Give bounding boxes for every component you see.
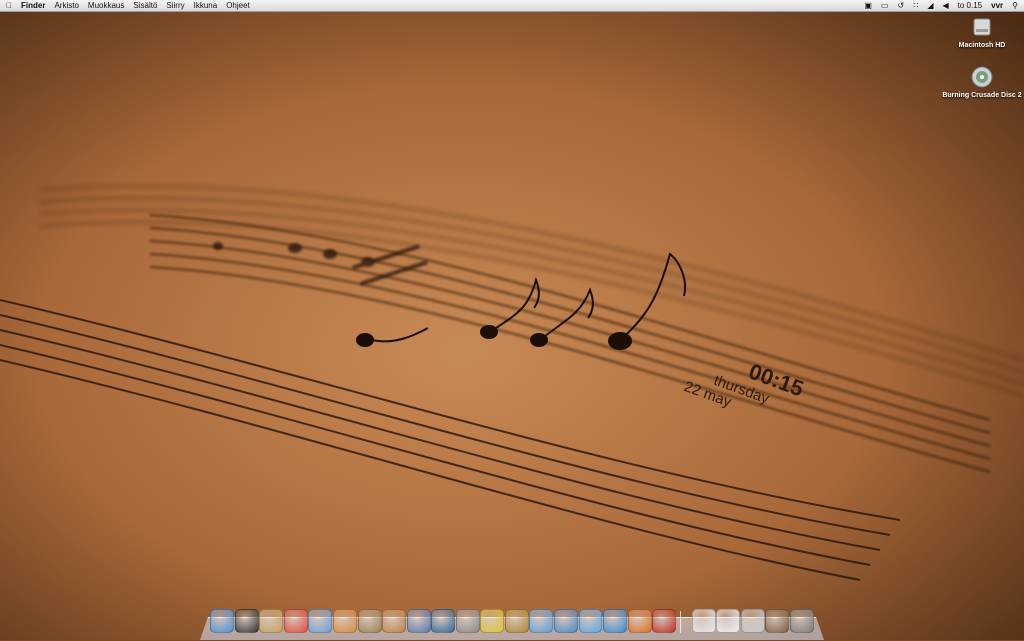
menubar-user[interactable]: vvr — [991, 0, 1003, 11]
display-icon[interactable]: ▭ — [881, 0, 889, 11]
disc-icon — [971, 66, 993, 88]
garageband-icon[interactable] — [382, 609, 407, 633]
ical-icon[interactable] — [283, 609, 308, 633]
apple-icon[interactable]:  — [6, 0, 12, 11]
dock-separator — [680, 611, 687, 633]
spaces-icon[interactable] — [406, 609, 431, 633]
desktop-wallpaper — [0, 0, 1024, 640]
unknown-star-icon[interactable] — [357, 609, 382, 633]
iphoto-icon[interactable] — [333, 609, 357, 633]
pictures-stack-icon[interactable] — [765, 609, 790, 633]
dock — [210, 607, 814, 633]
document-icon[interactable] — [691, 609, 716, 633]
spotlight-icon[interactable]: ⚲ — [1012, 0, 1018, 11]
photos-icon[interactable] — [553, 609, 578, 633]
menu-muokkaus[interactable]: Muokkaus — [88, 0, 124, 11]
menubar-clock[interactable]: to 0.15 — [958, 0, 982, 11]
menu-arkisto[interactable]: Arkisto — [54, 0, 78, 11]
document-icon[interactable] — [716, 609, 741, 633]
wifi-icon[interactable]: ◢ — [927, 0, 933, 11]
menu-ikkuna[interactable]: Ikkuna — [194, 0, 218, 11]
desktop-icon-disc[interactable]: Burning Crusade Disc 2 — [942, 66, 1022, 99]
finder-icon[interactable] — [210, 609, 235, 633]
time-machine-icon[interactable] — [431, 609, 456, 633]
mail-icon[interactable] — [259, 609, 284, 633]
volume-icon[interactable]: ◀ — [943, 0, 949, 11]
transmission-icon[interactable] — [652, 609, 677, 633]
hard-drive-icon — [973, 18, 991, 36]
menu-ohjeet[interactable]: Ohjeet — [226, 0, 250, 11]
desktop-icon-label: Burning Crusade Disc 2 — [942, 92, 1022, 99]
menu-bar:  Finder Arkisto Muokkaus Sisältö Siirry… — [0, 0, 1024, 12]
trash-icon[interactable] — [789, 609, 814, 633]
sun-icon[interactable] — [480, 609, 505, 633]
menu-siirry[interactable]: Siirry — [166, 0, 184, 11]
ichat-icon[interactable] — [578, 609, 603, 633]
preview-icon[interactable] — [308, 609, 333, 633]
time-machine-icon[interactable]: ↺ — [898, 0, 905, 11]
downloads-stack-icon[interactable] — [740, 609, 765, 633]
warcraft-icon[interactable] — [504, 609, 529, 633]
dashboard-icon[interactable] — [234, 609, 259, 633]
system-preferences-icon[interactable] — [455, 609, 480, 633]
menu-sisalto[interactable]: Sisältö — [133, 0, 157, 11]
desktop-icon-macintosh-hd[interactable]: Macintosh HD — [942, 16, 1022, 49]
script-icon[interactable]: ▣ — [864, 0, 872, 11]
menu-app-name[interactable]: Finder — [21, 0, 45, 11]
firefox-icon[interactable] — [627, 609, 652, 633]
safari-icon[interactable] — [603, 609, 627, 633]
bluetooth-icon[interactable]: ∷ — [913, 0, 918, 11]
desktop-icon-label: Macintosh HD — [958, 42, 1006, 49]
itunes-icon[interactable] — [529, 609, 554, 633]
